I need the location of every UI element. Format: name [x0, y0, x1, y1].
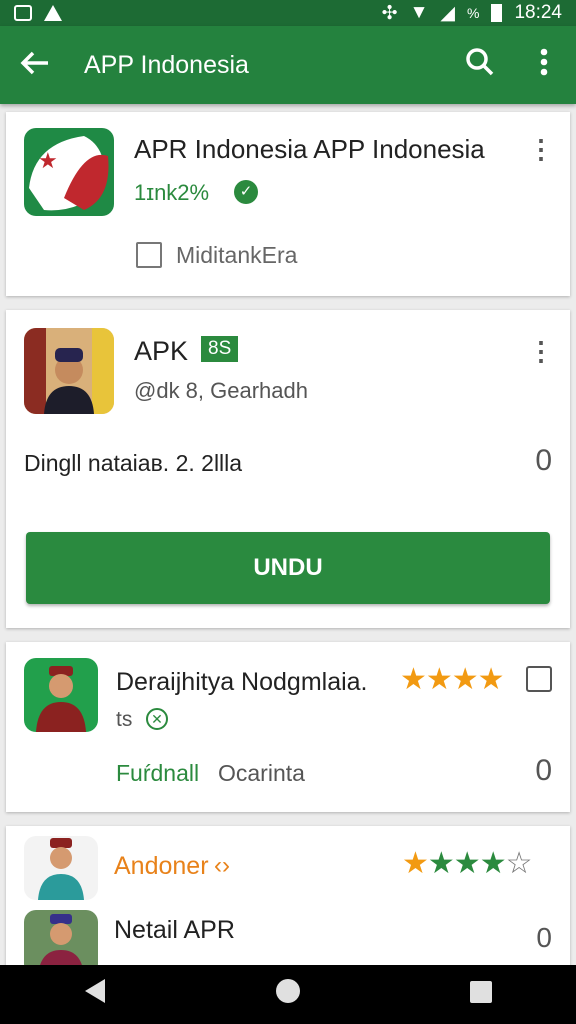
more-vert-icon[interactable]: ⋮ [528, 136, 554, 162]
notification-icon [14, 5, 32, 21]
side-value: 0 [535, 754, 552, 787]
link-text[interactable]: Fuŕdnall [116, 760, 199, 787]
verified-icon: ✓ [234, 180, 258, 204]
clock: 18:24 [514, 2, 562, 23]
app-bar: APP Indonesia [0, 26, 576, 104]
app-info: Dingll nataiaв. 2. 2llla [24, 450, 243, 476]
gift-icon[interactable] [526, 666, 552, 692]
checkbox[interactable] [136, 242, 162, 268]
app-card-1[interactable]: ★ APR Indonesia APP Indonesia ⋮ 1ɪnk2% ✓… [6, 112, 570, 296]
page-title: APP Indonesia [84, 50, 249, 79]
more-vert-icon[interactable]: ⋮ [528, 338, 554, 364]
triangle-back-icon[interactable] [83, 978, 107, 1012]
download-button[interactable]: UNDU [26, 532, 550, 604]
arrow-left-icon[interactable] [0, 47, 70, 84]
more-vert-icon[interactable] [512, 48, 576, 83]
app-subtitle: @dk 8, Gearhadh [134, 378, 308, 403]
battery-percent: % [467, 5, 480, 21]
square-recents-icon[interactable] [469, 978, 493, 1012]
app-card-2[interactable]: APK 8S ⋮ @dk 8, Gearhadh Dingll nataiaв.… [6, 310, 570, 628]
alert-icon [44, 5, 62, 21]
app-meta: ts [116, 708, 133, 731]
app-card-3[interactable]: Deraijhitya Nodgmlaia. ★★★★ ts ✕ Fuŕdnal… [6, 642, 570, 812]
rating-stars: ★★★★☆ [402, 847, 532, 880]
checkbox-label: MiditankEra [176, 242, 298, 268]
search-icon[interactable] [448, 47, 512, 84]
app-meta: 1ɪnk2% [134, 180, 210, 205]
link-text-2[interactable]: Ocarinta [218, 760, 305, 787]
battery-icon [491, 4, 503, 22]
vibrate-icon: ✣ [381, 2, 398, 24]
rating-stars: ★★★★ [400, 663, 505, 696]
side-value: 0 [535, 444, 552, 477]
app-title[interactable]: Deraijhitya Nodgmlaia. [116, 668, 368, 697]
app-icon-boy[interactable] [24, 328, 114, 414]
system-nav-bar [0, 965, 576, 1024]
app-badge: 8S [201, 336, 239, 362]
app-subtitle[interactable]: Netail APR [114, 916, 235, 945]
circle-home-icon[interactable] [274, 977, 302, 1013]
app-card-4[interactable]: Andoner ‹› ★★★★☆ Netail APR 0 [6, 826, 570, 976]
close-circle-icon: ✕ [146, 708, 168, 730]
chevron-icon: ‹› [214, 852, 230, 879]
app-icon-kid[interactable] [24, 658, 98, 732]
svg-text:★: ★ [38, 149, 58, 174]
app-icon-avatar[interactable] [24, 836, 98, 900]
signal-icon: ◢ [440, 2, 455, 24]
app-title[interactable]: APK [134, 336, 188, 367]
wifi-icon: ▼ [409, 2, 429, 23]
status-bar: ✣ ▼ ◢ % 18:24 [0, 0, 576, 26]
side-value: 0 [536, 922, 552, 953]
app-title[interactable]: APR Indonesia APP Indonesia [134, 134, 485, 165]
app-icon-flag[interactable]: ★ [24, 128, 114, 216]
app-title[interactable]: Andoner [114, 852, 209, 881]
